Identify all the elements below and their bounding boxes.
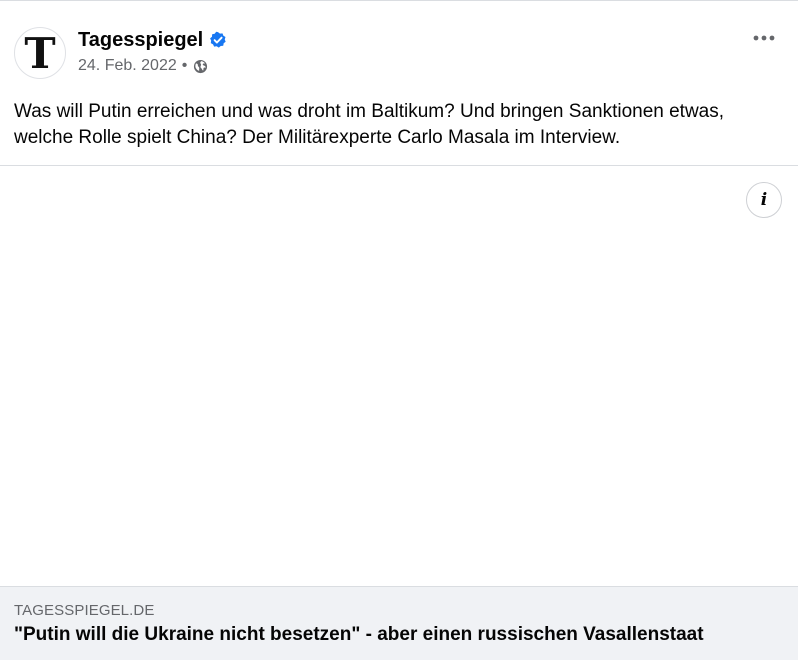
info-icon: i [760,189,768,210]
page-name-row: Tagesspiegel [78,27,227,53]
post-meta: 24. Feb. 2022 • [78,55,208,77]
more-options-icon [753,35,775,41]
post-text: Was will Putin erreichen und was droht i… [14,101,725,148]
facebook-post: T Tagesspiegel 24. Feb. 2022 • Was will … [0,0,798,660]
link-title[interactable]: "Putin will die Ukraine nicht besetzen" … [14,622,784,648]
info-button[interactable]: i [746,182,782,218]
avatar-logo-letter: T [24,29,56,78]
page-avatar[interactable]: T [14,27,66,79]
meta-separator: • [181,57,188,74]
link-preview-footer[interactable]: TAGESSPIEGEL.DE "Putin will die Ukraine … [0,586,798,660]
link-preview-media[interactable]: i [0,165,798,586]
post-header: T Tagesspiegel 24. Feb. 2022 • [0,1,798,91]
post-date[interactable]: 24. Feb. 2022 [78,57,177,75]
verified-badge-icon [210,31,226,48]
globe-icon [194,59,208,73]
link-domain: TAGESSPIEGEL.DE [14,602,155,619]
more-options-button[interactable] [750,27,778,49]
page-name[interactable]: Tagesspiegel [78,29,203,52]
